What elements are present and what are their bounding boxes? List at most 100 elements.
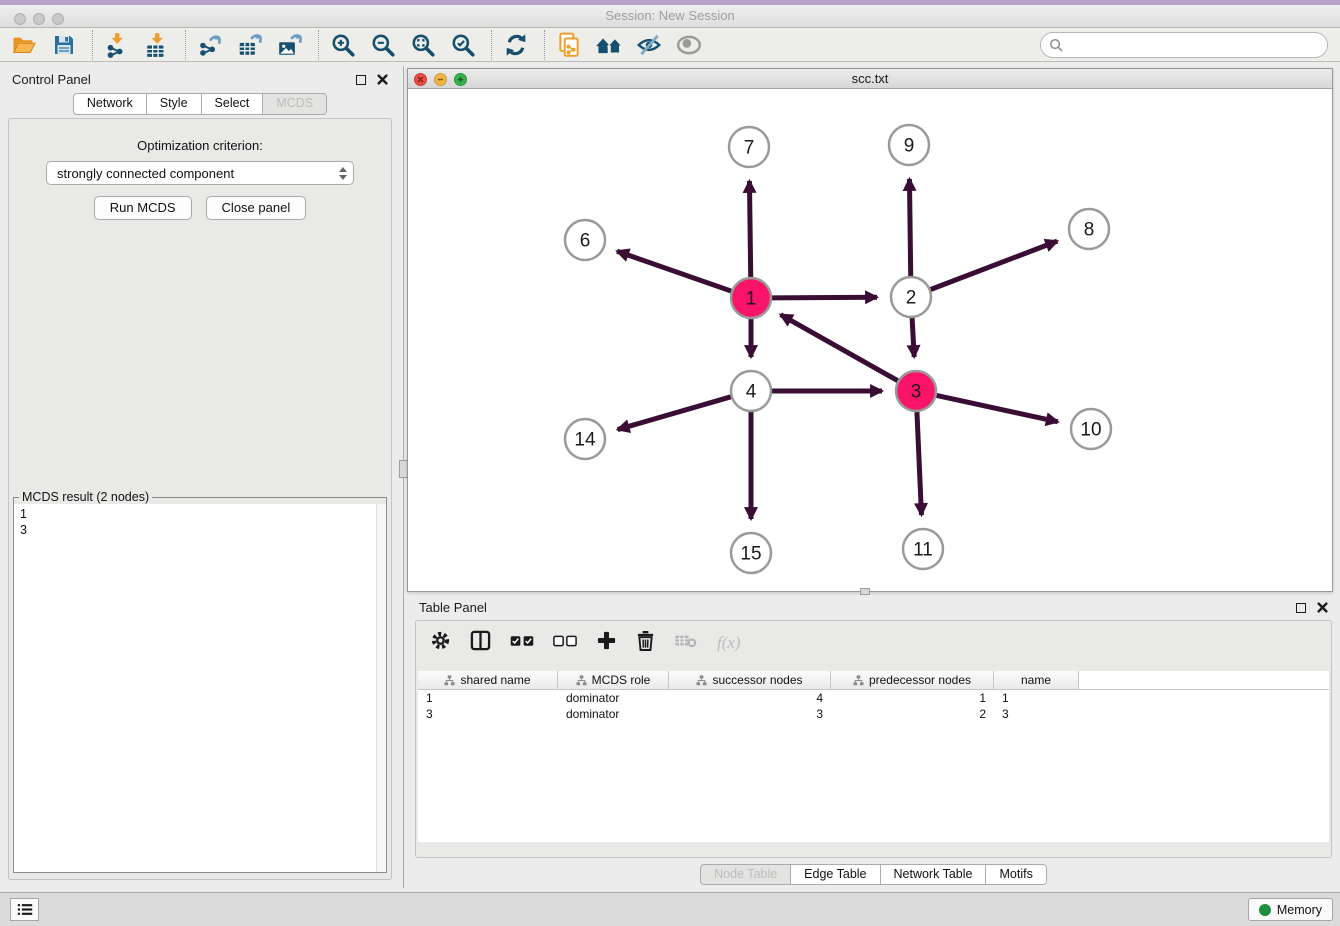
export-image-icon[interactable] (276, 31, 304, 59)
zoom-selected-icon[interactable] (449, 31, 477, 59)
graph-edge-1-7[interactable] (749, 181, 750, 277)
cell-MCDS-role[interactable]: dominator (558, 690, 669, 706)
cell-successor-nodes[interactable]: 4 (669, 690, 831, 706)
graph-edge-3-1[interactable] (781, 315, 898, 381)
minimize-icon[interactable] (33, 13, 45, 25)
hide-selected-icon[interactable] (635, 31, 663, 59)
graph-node-9[interactable]: 9 (889, 125, 929, 165)
tab-mcds[interactable]: MCDS (263, 93, 327, 115)
minimize-icon[interactable] (434, 73, 447, 86)
export-network-icon[interactable] (196, 31, 224, 59)
table-toolbar: f(x) (416, 621, 1331, 665)
graph-edge-2-3[interactable] (912, 318, 914, 357)
cell-predecessor-nodes[interactable]: 2 (831, 706, 994, 722)
network-canvas[interactable]: 7 9 6 8 1 2 4 3 14 10 15 11 (408, 90, 1332, 591)
close-panel-icon[interactable] (1317, 602, 1328, 613)
function-builder-icon[interactable]: f(x) (717, 633, 741, 653)
graph-node-8[interactable]: 8 (1069, 209, 1109, 249)
graph-node-1[interactable]: 1 (731, 278, 771, 318)
svg-text:6: 6 (580, 231, 591, 252)
tab-motifs[interactable]: Motifs (986, 864, 1046, 886)
graph-node-2[interactable]: 2 (891, 277, 931, 317)
tab-select[interactable]: Select (202, 93, 264, 115)
tab-style[interactable]: Style (147, 93, 202, 115)
column-header-shared-name[interactable]: shared name (418, 671, 558, 689)
graph-node-6[interactable]: 6 (565, 220, 605, 260)
graph-edge-3-10[interactable] (937, 395, 1058, 421)
close-panel-icon[interactable] (377, 74, 388, 85)
delete-row-icon[interactable] (636, 630, 655, 656)
settings-icon[interactable] (430, 630, 451, 656)
svg-text:8: 8 (1084, 220, 1095, 241)
import-network-icon[interactable] (103, 31, 131, 59)
result-scrollbar[interactable] (376, 504, 386, 872)
graph-node-4[interactable]: 4 (731, 371, 771, 411)
duplicate-network-icon[interactable] (555, 31, 583, 59)
zoom-out-icon[interactable] (369, 31, 397, 59)
select-all-icon[interactable] (510, 634, 534, 652)
save-session-icon[interactable] (50, 31, 78, 59)
graph-edge-3-11[interactable] (917, 412, 922, 515)
graph-node-15[interactable]: 15 (731, 533, 771, 573)
show-columns-icon[interactable] (470, 630, 491, 656)
refresh-layout-icon[interactable] (502, 31, 530, 59)
graph-edge-1-6[interactable] (617, 251, 731, 291)
zoom-in-icon[interactable] (329, 31, 357, 59)
cell-MCDS-role[interactable]: dominator (558, 706, 669, 722)
maximize-icon[interactable] (454, 73, 467, 86)
float-panel-icon[interactable] (1296, 603, 1306, 613)
column-header-predecessor-nodes[interactable]: predecessor nodes (831, 671, 994, 689)
network-window-titlebar[interactable]: scc.txt (408, 69, 1332, 89)
export-table-icon[interactable] (236, 31, 264, 59)
float-panel-icon[interactable] (356, 75, 366, 85)
cell-predecessor-nodes[interactable]: 1 (831, 690, 994, 706)
search-input[interactable] (1070, 38, 1319, 53)
graph-node-11[interactable]: 11 (903, 529, 943, 569)
column-header-successor-nodes[interactable]: successor nodes (669, 671, 831, 689)
import-table-icon[interactable] (143, 31, 171, 59)
column-header-MCDS-role[interactable]: MCDS role (558, 671, 669, 689)
task-history-button[interactable] (10, 898, 39, 921)
show-all-icon[interactable] (675, 31, 703, 59)
cell-shared-name[interactable]: 1 (418, 690, 558, 706)
zoom-fit-icon[interactable] (409, 31, 437, 59)
memory-button[interactable]: Memory (1248, 898, 1333, 921)
table-row[interactable]: 1dominator411 (418, 690, 1329, 706)
first-neighbors-icon[interactable] (595, 31, 623, 59)
tab-network[interactable]: Network (73, 93, 147, 115)
cell-name[interactable]: 3 (994, 706, 1079, 722)
deselect-all-icon[interactable] (553, 634, 577, 652)
graph-edge-2-8[interactable] (931, 241, 1058, 289)
table-row[interactable]: 3dominator323 (418, 706, 1329, 722)
close-icon[interactable] (14, 13, 26, 25)
column-label: predecessor nodes (869, 673, 971, 687)
column-label: shared name (460, 673, 530, 687)
network-window-title: scc.txt (408, 69, 1332, 88)
node-table-panel: f(x) shared name MCDS role successor nodes… (415, 620, 1332, 858)
run-mcds-button[interactable]: Run MCDS (94, 196, 192, 220)
search-field[interactable] (1040, 32, 1328, 58)
graph-node-7[interactable]: 7 (729, 127, 769, 167)
close-panel-button[interactable]: Close panel (206, 196, 307, 220)
tab-edge-table[interactable]: Edge Table (791, 864, 880, 886)
graph-node-3[interactable]: 3 (896, 371, 936, 411)
criterion-select[interactable]: strongly connected component (46, 161, 354, 185)
tab-network-table[interactable]: Network Table (881, 864, 987, 886)
zoom-window-icon[interactable] (52, 13, 64, 25)
tab-node-table[interactable]: Node Table (700, 864, 791, 886)
graph-edge-2-9[interactable] (909, 179, 910, 276)
cell-name[interactable]: 1 (994, 690, 1079, 706)
graph-edge-1-2[interactable] (772, 297, 877, 298)
column-header-name[interactable]: name (994, 671, 1079, 689)
cell-successor-nodes[interactable]: 3 (669, 706, 831, 722)
table-header-row: shared name MCDS role successor nodes prede… (418, 671, 1329, 690)
cell-shared-name[interactable]: 3 (418, 706, 558, 722)
graph-node-10[interactable]: 10 (1071, 409, 1111, 449)
close-icon[interactable] (414, 73, 427, 86)
open-session-icon[interactable] (10, 31, 38, 59)
add-row-icon[interactable] (596, 630, 617, 656)
graph-node-14[interactable]: 14 (565, 419, 605, 459)
delete-table-icon[interactable] (674, 633, 698, 654)
column-label: successor nodes (712, 673, 802, 687)
graph-edge-4-14[interactable] (618, 397, 731, 430)
